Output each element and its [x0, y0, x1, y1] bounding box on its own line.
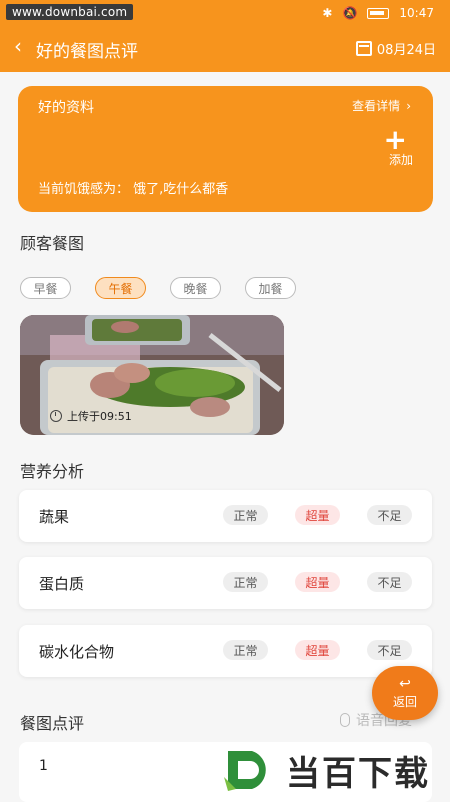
normal-option[interactable]: 正常	[223, 640, 268, 660]
clock-icon	[50, 410, 62, 422]
insufficient-option[interactable]: 不足	[367, 572, 412, 592]
insufficient-option[interactable]: 不足	[367, 640, 412, 660]
plus-icon[interactable]: +	[384, 126, 407, 154]
review-title: 餐图点评	[20, 714, 85, 733]
excess-option[interactable]: 超量	[295, 640, 340, 660]
tab-snack[interactable]: 加餐	[245, 277, 296, 299]
brand-logo-icon	[224, 751, 266, 791]
status-icons: ✱ 🔕 10:47	[322, 6, 434, 20]
navigation-bar: ‹ 好的餐图点评 08月24日	[0, 30, 450, 64]
chevron-right-icon: ›	[406, 98, 411, 113]
brand-watermark-text: 当百下载	[286, 753, 430, 794]
nutrition-row: 碳水化合物 正常 超量 不足	[19, 625, 432, 677]
site-watermark: www.downbai.com	[6, 4, 134, 20]
nutrition-row-name: 碳水化合物	[39, 643, 115, 661]
nutrition-row-name: 蔬果	[39, 508, 70, 526]
clock-time: 10:47	[399, 6, 434, 20]
return-button[interactable]: ↩ 返回	[372, 666, 438, 720]
nutrition-title: 营养分析	[20, 462, 85, 481]
date-label: 08月24日	[376, 43, 436, 58]
battery-icon	[367, 7, 390, 19]
return-arrow-icon: ↩	[399, 675, 411, 692]
date-picker[interactable]: 08月24日	[355, 39, 436, 58]
tab-lunch[interactable]: 午餐	[95, 277, 146, 299]
normal-option[interactable]: 正常	[223, 505, 268, 525]
meal-tabs: 早餐 午餐 晚餐 加餐	[20, 277, 296, 299]
brand-watermark: 当百下载	[222, 740, 450, 800]
microphone-icon	[340, 713, 350, 727]
upload-time: 上传于09:51	[50, 408, 132, 424]
excess-option[interactable]: 超量	[295, 505, 340, 525]
normal-option[interactable]: 正常	[223, 572, 268, 592]
bluetooth-icon: ✱	[322, 6, 333, 20]
view-details-label: 查看详情	[352, 99, 401, 113]
excess-option[interactable]: 超量	[295, 572, 340, 592]
customer-meals-title: 顾客餐图	[20, 234, 85, 253]
add-button-label[interactable]: 添加	[389, 151, 413, 168]
page-title: 好的餐图点评	[36, 42, 138, 62]
view-details-link[interactable]: 查看详情 ›	[352, 97, 411, 114]
nutrition-row: 蔬果 正常 超量 不足	[19, 490, 432, 542]
hunger-status: 当前饥饿感为： 饿了,吃什么都香	[38, 182, 229, 197]
return-label: 返回	[392, 694, 417, 709]
upload-time-label: 上传于09:51	[67, 410, 132, 423]
tab-breakfast[interactable]: 早餐	[20, 277, 71, 299]
back-arrow-icon[interactable]: ‹	[14, 36, 22, 56]
nutrition-row-name: 蛋白质	[39, 575, 85, 593]
review-input-value: 1	[39, 758, 48, 774]
nutrition-row: 蛋白质 正常 超量 不足	[19, 557, 432, 609]
profile-card: 好的资料 查看详情 › + 添加 当前饥饿感为： 饿了,吃什么都香	[18, 86, 433, 212]
insufficient-option[interactable]: 不足	[367, 505, 412, 525]
tab-dinner[interactable]: 晚餐	[170, 277, 221, 299]
profile-title: 好的资料	[38, 100, 94, 116]
calendar-icon	[355, 41, 372, 56]
status-bar: www.downbai.com ✱ 🔕 10:47	[0, 0, 450, 26]
mute-icon: 🔕	[342, 6, 358, 20]
